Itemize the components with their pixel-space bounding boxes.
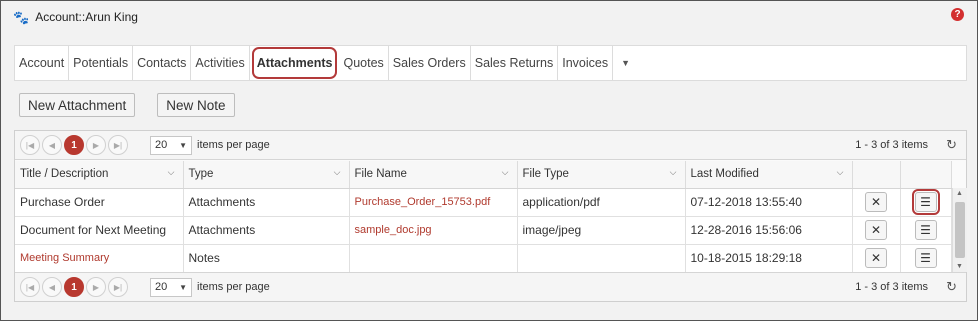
cell-delete: ✕ xyxy=(852,216,901,245)
tab-contacts[interactable]: Contacts xyxy=(133,46,192,80)
refresh-icon[interactable]: ↻ xyxy=(946,137,957,153)
chevron-down-icon: ▼ xyxy=(179,140,187,150)
cell-file-type xyxy=(517,244,686,273)
tab-invoices[interactable]: Invoices xyxy=(558,46,614,80)
table-header-row: Title / Description ⌵ Type ⌵ File Name ⌵ Fi… xyxy=(15,161,952,189)
cell-file-name-link[interactable]: sample_doc.jpg xyxy=(349,216,518,245)
cell-file-name-link[interactable]: Purchase_Order_15753.pdf xyxy=(349,188,518,217)
col-header-menu xyxy=(900,161,952,189)
first-page-icon[interactable]: |◀ xyxy=(20,277,40,297)
account-window: 🐾 Account::Arun King ? Account Potential… xyxy=(0,0,978,321)
chevron-down-icon[interactable]: ⌵ xyxy=(168,167,175,178)
col-header-title-label: Title / Description xyxy=(20,168,109,181)
item-count: 1 - 3 of 3 items xyxy=(855,281,928,293)
items-per-page-label: items per page xyxy=(197,139,270,151)
tab-potentials[interactable]: Potentials xyxy=(69,46,134,80)
window-title: Account::Arun King xyxy=(35,10,138,24)
related-tabs: Account Potentials Contacts Activities A… xyxy=(14,45,967,81)
chevron-down-icon[interactable]: ⌵ xyxy=(670,167,677,178)
cell-delete: ✕ xyxy=(852,244,901,273)
tab-account[interactable]: Account xyxy=(15,46,70,80)
cell-file-type: image/jpeg xyxy=(517,216,686,245)
col-header-file-type[interactable]: File Type ⌵ xyxy=(517,161,686,189)
prev-page-icon[interactable]: ◀ xyxy=(42,277,62,297)
paw-icon: 🐾 xyxy=(13,9,30,25)
chevron-down-icon[interactable]: ⌵ xyxy=(837,167,844,178)
tab-activities[interactable]: Activities xyxy=(191,46,250,80)
row-menu-icon[interactable]: ☰ xyxy=(914,220,937,240)
cell-title: Document for Next Meeting xyxy=(15,216,184,245)
cell-type: Notes xyxy=(183,244,350,273)
page-number-current[interactable]: 1 xyxy=(64,135,84,155)
col-header-delete xyxy=(852,161,901,189)
cell-type: Attachments xyxy=(183,216,350,245)
row-menu-icon[interactable]: ☰ xyxy=(911,189,940,215)
cell-file-type: application/pdf xyxy=(517,188,686,217)
cell-menu: ☰ xyxy=(900,216,952,245)
cell-menu: ☰ xyxy=(900,188,952,217)
cell-delete: ✕ xyxy=(852,188,901,217)
item-count: 1 - 3 of 3 items xyxy=(855,139,928,151)
cell-title-link[interactable]: Meeting Summary xyxy=(15,244,184,273)
row-menu-icon[interactable]: ☰ xyxy=(914,248,937,268)
col-header-file-type-label: File Type xyxy=(522,168,569,181)
cell-last-modified: 07-12-2018 13:55:40 xyxy=(685,188,853,217)
cell-last-modified: 12-28-2016 15:56:06 xyxy=(685,216,853,245)
pager-top: |◀ ◀ 1 ▶ ▶| 20 ▼ items per page 1 - 3 of… xyxy=(15,131,966,160)
next-page-icon[interactable]: ▶ xyxy=(86,277,106,297)
cell-menu: ☰ xyxy=(900,244,952,273)
tab-sales-orders[interactable]: Sales Orders xyxy=(389,46,471,80)
prev-page-icon[interactable]: ◀ xyxy=(42,135,62,155)
cell-title: Purchase Order xyxy=(15,188,184,217)
col-header-file-name-label: File Name xyxy=(354,168,407,181)
col-header-file-name[interactable]: File Name ⌵ xyxy=(349,161,518,189)
window-titlebar: 🐾 Account::Arun King xyxy=(13,9,138,25)
cell-last-modified: 10-18-2015 18:29:18 xyxy=(685,244,853,273)
page-size-value: 20 xyxy=(155,281,168,293)
first-page-icon[interactable]: |◀ xyxy=(20,135,40,155)
last-page-icon[interactable]: ▶| xyxy=(108,135,128,155)
refresh-icon[interactable]: ↻ xyxy=(946,279,957,295)
cell-file-name-link xyxy=(349,244,518,273)
col-header-type-label: Type xyxy=(188,168,214,181)
scroll-up-icon[interactable]: ▲ xyxy=(956,190,963,197)
new-note-button[interactable]: New Note xyxy=(157,93,235,117)
col-header-title[interactable]: Title / Description ⌵ xyxy=(15,161,184,189)
table-row[interactable]: Document for Next Meeting Attachments sa… xyxy=(15,216,952,245)
page-size-select[interactable]: 20 ▼ xyxy=(150,277,192,297)
col-header-last-modified-label: Last Modified xyxy=(690,168,759,181)
chevron-down-icon[interactable]: ⌵ xyxy=(502,167,509,178)
attachments-grid: |◀ ◀ 1 ▶ ▶| 20 ▼ items per page 1 - 3 of… xyxy=(14,130,967,302)
page-size-select[interactable]: 20 ▼ xyxy=(150,135,192,155)
pager-bottom: |◀ ◀ 1 ▶ ▶| 20 ▼ items per page 1 - 3 of… xyxy=(15,272,966,301)
delete-icon[interactable]: ✕ xyxy=(865,220,887,240)
chevron-down-icon: ▼ xyxy=(179,282,187,292)
page-size-value: 20 xyxy=(155,139,168,151)
chevron-down-icon[interactable]: ⌵ xyxy=(334,167,341,178)
scroll-down-icon[interactable]: ▼ xyxy=(956,263,963,270)
attachments-table: Title / Description ⌵ Type ⌵ File Name ⌵ Fi… xyxy=(15,161,952,273)
tab-quotes[interactable]: Quotes xyxy=(339,46,389,80)
help-icon[interactable]: ? xyxy=(951,8,964,21)
col-header-last-modified[interactable]: Last Modified ⌵ xyxy=(685,161,853,189)
more-tabs-dropdown-icon[interactable]: ▼ xyxy=(613,46,638,80)
last-page-icon[interactable]: ▶| xyxy=(108,277,128,297)
delete-icon[interactable]: ✕ xyxy=(865,192,887,212)
action-bar: New Attachment New Note xyxy=(19,93,235,117)
new-attachment-button[interactable]: New Attachment xyxy=(19,93,136,117)
next-page-icon[interactable]: ▶ xyxy=(86,135,106,155)
items-per-page-label: items per page xyxy=(197,281,270,293)
tab-attachments[interactable]: Attachments xyxy=(251,47,338,79)
tab-sales-returns[interactable]: Sales Returns xyxy=(471,46,559,80)
page-number-current[interactable]: 1 xyxy=(64,277,84,297)
table-row[interactable]: Meeting Summary Notes 10-18-2015 18:29:1… xyxy=(15,244,952,273)
col-header-type[interactable]: Type ⌵ xyxy=(183,161,350,189)
vertical-scrollbar[interactable]: ▲ ▼ xyxy=(952,188,967,272)
scrollbar-thumb[interactable] xyxy=(955,202,965,258)
delete-icon[interactable]: ✕ xyxy=(865,248,887,268)
cell-type: Attachments xyxy=(183,188,350,217)
table-row[interactable]: Purchase Order Attachments Purchase_Orde… xyxy=(15,188,952,217)
